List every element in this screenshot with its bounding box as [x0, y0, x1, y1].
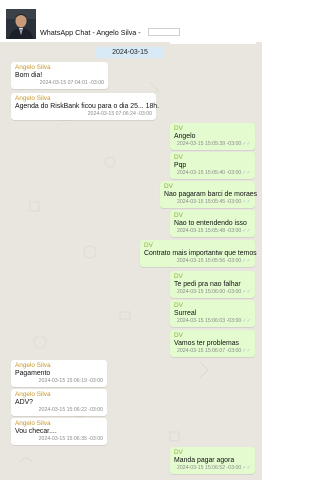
message-text: Pagamento	[15, 369, 51, 377]
double-check-icon: ✓✓	[242, 170, 251, 176]
message-bubble[interactable]: DV Pqp 2024-03-15 15:05:40 -03:00✓✓	[170, 152, 255, 179]
message-bubble[interactable]: DV Contrato mais importantw que temos 20…	[140, 240, 257, 267]
double-check-icon: ✓✓	[242, 289, 251, 295]
message-sender: DV	[174, 273, 183, 280]
message-timestamp: 2024-03-15 15:06:22 -03:00	[38, 407, 103, 413]
message-sender: DV	[164, 183, 173, 190]
double-check-icon: ✓✓	[242, 228, 251, 234]
message-sender: Angelo Silva	[15, 420, 51, 427]
avatar[interactable]	[6, 9, 36, 39]
message-text: Te pedi pra nao falhar	[174, 280, 241, 288]
message-text: Pqp	[174, 161, 187, 169]
message-sender: DV	[174, 302, 183, 309]
message-bubble[interactable]: Angelo Silva Agenda do RiskBank ficou pa…	[11, 93, 160, 120]
message-timestamp: 2024-03-15 15:06:35 -03:00	[38, 436, 103, 442]
message-text: Vou checar....	[15, 427, 57, 435]
date-divider: 2024-03-15	[96, 47, 164, 58]
message-timestamp: 2024-03-15 15:06:00 -03:00	[176, 289, 242, 295]
message-bubble[interactable]: DV Angelo 2024-03-15 15:05:39 -03:00✓✓	[170, 123, 255, 150]
message-sender: DV	[174, 449, 183, 456]
message-bubble[interactable]: DV Te pedi pra nao falhar 2024-03-15 15:…	[170, 271, 255, 298]
double-check-icon: ✓✓	[242, 258, 251, 264]
message-bubble[interactable]: Angelo Silva Bom dia! 2024-03-15 07:04:0…	[11, 62, 108, 89]
message-text: Nao pagaram barci de moraes	[164, 190, 258, 198]
message-bubble[interactable]: Angelo Silva Vou checar.... 2024-03-15 1…	[11, 418, 107, 445]
message-bubble[interactable]: Angelo Silva Pagamento 2024-03-15 15:06:…	[11, 360, 107, 387]
double-check-icon: ✓✓	[242, 141, 251, 147]
message-timestamp: 2024-03-15 07:06:24 -03:00	[87, 111, 152, 117]
message-bubble[interactable]: DV Vamos ter problemas 2024-03-15 15:06:…	[170, 330, 255, 357]
chat-title: WhatsApp Chat - Angelo Silva -	[40, 28, 141, 37]
message-timestamp: 2024-03-15 15:05:40 -03:00	[176, 170, 242, 176]
message-bubble[interactable]: Angelo Silva ADV? 2024-03-15 15:06:22 -0…	[11, 389, 107, 416]
double-check-icon: ✓✓	[242, 199, 251, 205]
message-timestamp: 2024-03-15 07:04:01 -03:00	[39, 80, 104, 86]
message-timestamp: 2024-03-15 15:06:52 -03:00	[176, 465, 242, 471]
message-text: Agenda do RiskBank ficou para o dia 25..…	[15, 102, 160, 110]
message-text: ADV?	[15, 398, 34, 406]
message-bubble[interactable]: DV Nao to entendendo isso 2024-03-15 15:…	[170, 210, 255, 237]
message-text: Bom dia!	[15, 71, 43, 79]
message-text: Nao to entendendo isso	[174, 219, 247, 227]
message-text: Manda pagar agora	[174, 456, 235, 464]
redacted-box	[148, 28, 180, 36]
message-text: Angelo	[174, 132, 196, 140]
message-sender: Angelo Silva	[15, 391, 51, 398]
message-text: Surreal	[174, 309, 197, 317]
message-sender: Angelo Silva	[15, 95, 51, 102]
message-sender: Angelo Silva	[15, 64, 51, 71]
chat-header: WhatsApp Chat - Angelo Silva -	[0, 0, 262, 42]
top-fade-bar	[170, 42, 256, 44]
message-text: Contrato mais importantw que temos	[144, 249, 257, 257]
double-check-icon: ✓✓	[242, 348, 251, 354]
avatar-photo	[6, 9, 36, 39]
message-sender: DV	[174, 154, 183, 161]
message-sender: DV	[144, 242, 153, 249]
message-timestamp: 2024-03-15 15:05:45 -03:00	[176, 199, 242, 205]
message-timestamp: 2024-03-15 15:06:19 -03:00	[38, 378, 103, 384]
message-timestamp: 2024-03-15 15:05:48 -03:00	[176, 228, 242, 234]
chat-area[interactable]: 2024-03-15 Angelo Silva Bom dia! 2024-03…	[0, 42, 262, 480]
message-timestamp: 2024-03-15 15:05:56 -03:00	[176, 258, 242, 264]
message-sender: Angelo Silva	[15, 362, 51, 369]
message-timestamp: 2024-03-15 15:05:39 -03:00	[176, 141, 242, 147]
message-bubble[interactable]: DV Surreal 2024-03-15 15:06:03 -03:00✓✓	[170, 300, 255, 327]
message-text: Vamos ter problemas	[174, 339, 239, 347]
message-bubble[interactable]: DV Manda pagar agora 2024-03-15 15:06:52…	[170, 447, 255, 474]
message-bubble[interactable]: DV Nao pagaram barci de moraes 2024-03-1…	[160, 181, 258, 208]
message-sender: DV	[174, 332, 183, 339]
message-timestamp: 2024-03-15 15:06:03 -03:00	[176, 318, 242, 324]
message-timestamp: 2024-03-15 15:06:07 -03:00	[176, 348, 242, 354]
message-sender: DV	[174, 212, 183, 219]
message-sender: DV	[174, 125, 183, 132]
double-check-icon: ✓✓	[242, 465, 251, 471]
double-check-icon: ✓✓	[242, 318, 251, 324]
